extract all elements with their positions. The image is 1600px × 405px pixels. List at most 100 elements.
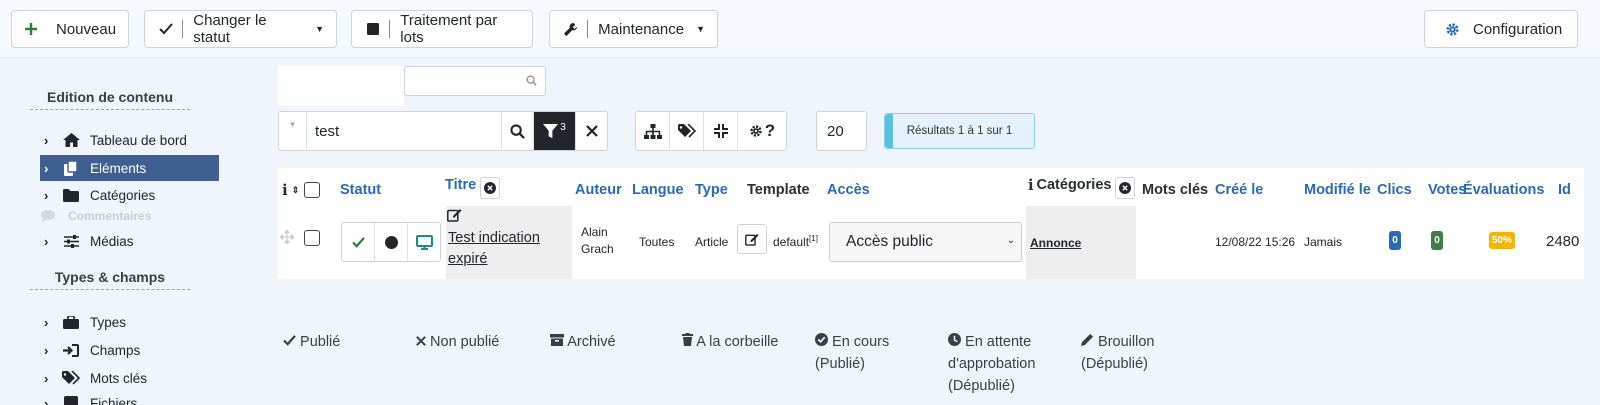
- row-category-link[interactable]: Annonce: [1030, 236, 1081, 250]
- hierarchy-button[interactable]: [636, 112, 670, 150]
- search-field-dropdown[interactable]: ▼: [279, 112, 307, 150]
- header-auteur[interactable]: Auteur: [575, 178, 622, 202]
- search-group: ▼ test 3: [278, 111, 608, 151]
- filter-icon: [543, 123, 559, 138]
- legend-published-label: Publié: [300, 334, 341, 350]
- sidebar-item-elements[interactable]: › Eléments: [40, 155, 219, 181]
- sidebar: Edition de contenu › Tableau de bord › E…: [0, 58, 255, 405]
- caret-down-icon: ▼: [696, 24, 705, 34]
- header-clics[interactable]: Clics: [1377, 178, 1412, 202]
- header-titre-label[interactable]: Titre: [445, 177, 476, 193]
- row-author: Alain Grach: [581, 224, 614, 258]
- preview-button[interactable]: [408, 223, 440, 261]
- change-status-button[interactable]: Changer le statut ▼: [144, 10, 337, 48]
- search-icon: [526, 73, 537, 89]
- filter-button[interactable]: 3: [533, 112, 575, 150]
- items-table: i ⇕ Statut Titre Auteur Langue Type Temp…: [278, 168, 1584, 279]
- plus-icon: [24, 22, 38, 36]
- check-icon: [157, 23, 174, 35]
- compress-button[interactable]: [704, 112, 738, 150]
- drag-handle-icon[interactable]: [279, 229, 295, 247]
- header-mots-cles: Mots clés: [1142, 182, 1209, 198]
- close-circle-icon: [1119, 182, 1132, 194]
- sidebar-item-tags[interactable]: › Mots clés: [40, 365, 219, 391]
- access-select-value: Accès public: [846, 233, 934, 250]
- desktop-icon: [415, 234, 433, 250]
- legend-draft-line2: (Dépublié): [1081, 356, 1148, 372]
- publish-toggle[interactable]: [342, 223, 375, 261]
- sliders-icon: [58, 234, 84, 248]
- secondary-search-input[interactable]: [404, 66, 546, 96]
- filter-count: 3: [560, 121, 566, 133]
- chevron-right-icon: ›: [44, 187, 49, 203]
- header-type[interactable]: Type: [695, 178, 728, 202]
- row-template-sup: [1]: [809, 234, 818, 243]
- sidebar-item-media[interactable]: › Médias: [40, 228, 219, 254]
- divider: [389, 20, 391, 38]
- legend-pending-line2: d'approbation: [948, 356, 1036, 372]
- row-title-link[interactable]: Test indication expiré: [448, 228, 540, 270]
- row-checkbox[interactable]: [304, 230, 320, 246]
- tags-icon: [58, 371, 84, 385]
- clear-sort-button[interactable]: [480, 177, 501, 199]
- legend-in-progress-line2: (Publié): [815, 356, 865, 372]
- sidebar-item-label: Types: [90, 314, 127, 330]
- row-modified: Jamais: [1304, 235, 1343, 249]
- header-cree[interactable]: Créé le: [1215, 178, 1263, 202]
- header-evaluations[interactable]: Évaluations: [1463, 178, 1544, 202]
- info-sort-header[interactable]: i ⇕: [282, 178, 299, 202]
- sidebar-item-fields[interactable]: › Champs: [40, 337, 219, 363]
- check-circle-icon: [815, 333, 828, 350]
- folder-icon: [58, 188, 84, 202]
- header-votes[interactable]: Votes: [1428, 178, 1466, 202]
- chevron-right-icon: ›: [44, 395, 49, 405]
- access-select[interactable]: Accès public ⌄: [829, 222, 1022, 262]
- new-button[interactable]: Nouveau: [11, 10, 129, 48]
- sidebar-item-categories[interactable]: › Catégories: [40, 182, 219, 208]
- legend-draft-line1: Brouillon: [1098, 334, 1155, 350]
- legend-in-progress-line1: En cours: [832, 334, 890, 350]
- edit-icon[interactable]: [447, 208, 462, 225]
- page-limit-input[interactable]: 20: [816, 111, 867, 151]
- select-all-checkbox[interactable]: [304, 182, 320, 198]
- header-langue[interactable]: Langue: [632, 178, 684, 202]
- header-modifie[interactable]: Modifié le: [1304, 178, 1371, 202]
- feature-toggle[interactable]: [375, 223, 408, 261]
- search-icon: [510, 123, 525, 139]
- close-icon: [416, 334, 426, 350]
- row-language: Toutes: [639, 235, 675, 249]
- maintenance-label: Maintenance: [598, 20, 685, 38]
- filter-placeholder-box: [278, 66, 404, 106]
- header-id[interactable]: Id: [1558, 178, 1571, 202]
- comment-icon: [40, 210, 56, 222]
- archive-icon: [550, 334, 564, 350]
- tools-group: ?: [635, 111, 787, 151]
- search-button[interactable]: [501, 112, 533, 150]
- sidebar-item-label: Commentaires: [68, 209, 152, 223]
- legend-trashed-label: A la corbeille: [696, 334, 779, 350]
- template-edit-button[interactable]: [737, 224, 767, 254]
- legend-unpublished: Non publié: [416, 331, 499, 353]
- legend-archived: Archivé: [550, 331, 616, 353]
- batch-label: Traitement par lots: [400, 12, 498, 46]
- clear-search-button[interactable]: [575, 112, 607, 150]
- row-type: Article: [695, 235, 729, 249]
- divider: [587, 20, 589, 38]
- sidebar-item-dashboard[interactable]: › Tableau de bord: [40, 127, 219, 153]
- settings-help-button[interactable]: ?: [738, 112, 786, 150]
- sidebar-item-files[interactable]: › Fichiers: [40, 393, 219, 405]
- tags-button[interactable]: [670, 112, 704, 150]
- maintenance-button[interactable]: Maintenance ▼: [549, 10, 718, 48]
- row-title-line1: Test indication: [448, 230, 540, 246]
- header-statut[interactable]: Statut: [340, 178, 381, 202]
- row-status-group: [341, 222, 441, 262]
- row-author-line1: Alain: [581, 225, 608, 239]
- sidebar-item-types[interactable]: › Types: [40, 309, 219, 335]
- close-circle-icon: [484, 182, 497, 194]
- search-input[interactable]: test: [307, 112, 501, 150]
- header-acces[interactable]: Accès: [827, 178, 870, 202]
- clear-category-button[interactable]: [1115, 177, 1136, 199]
- batch-button[interactable]: Traitement par lots: [351, 10, 533, 48]
- configuration-button[interactable]: Configuration: [1424, 10, 1578, 48]
- results-bar: [885, 114, 893, 148]
